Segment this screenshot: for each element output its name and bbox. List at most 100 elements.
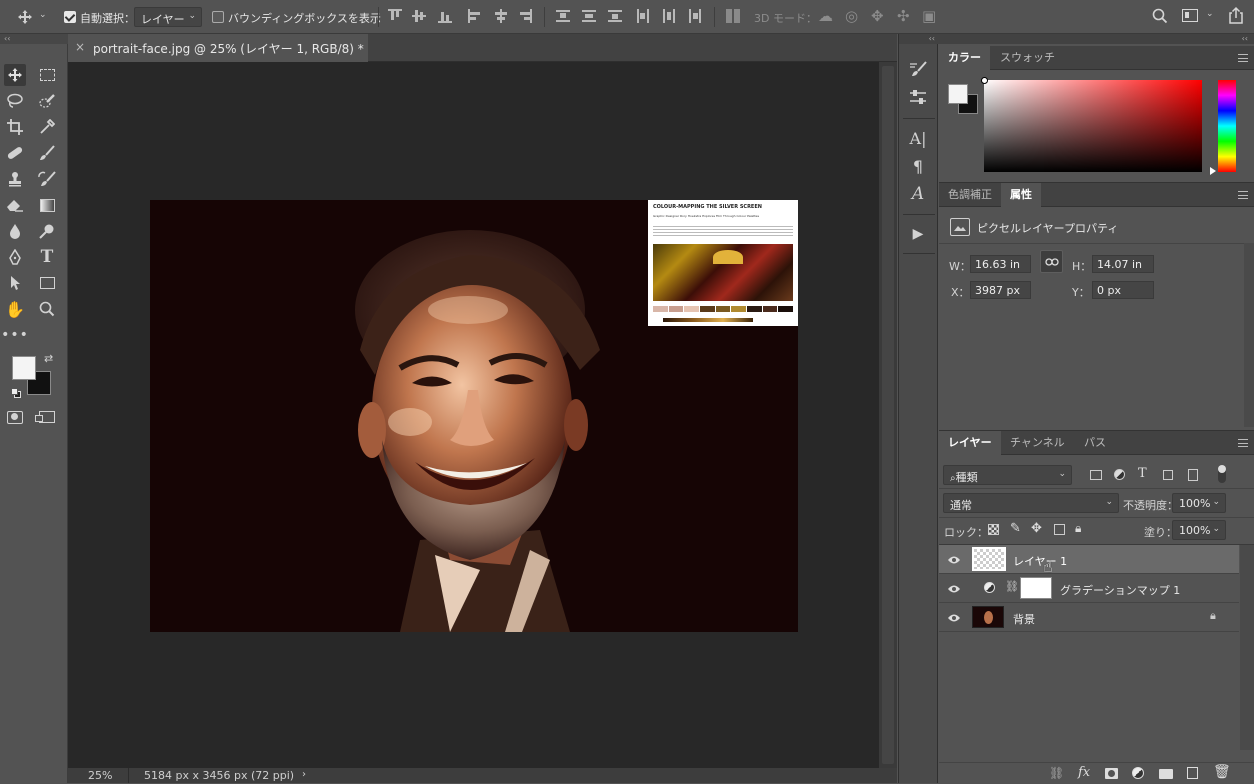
workspace-icon[interactable]	[1182, 9, 1198, 22]
tab-adjustments[interactable]: 色調補正	[939, 183, 1001, 207]
dock-collapse-icon[interactable]: ‹‹	[899, 34, 939, 44]
align-top-icon[interactable]	[388, 9, 402, 23]
search-icon[interactable]	[1152, 8, 1168, 24]
eraser-tool-icon[interactable]	[4, 194, 26, 216]
link-dimensions-icon[interactable]	[1040, 250, 1063, 273]
filter-type-icon[interactable]: T	[1138, 466, 1147, 481]
layer-style-fx-icon[interactable]: fx	[1078, 765, 1090, 780]
marquee-tool-icon[interactable]	[36, 64, 58, 86]
move-tool-icon[interactable]	[14, 8, 36, 26]
distribute-horizontal-center-icon[interactable]	[662, 9, 676, 23]
swap-colors-icon[interactable]: ⇄	[44, 352, 53, 365]
filter-adjustment-icon[interactable]	[1114, 469, 1125, 480]
align-horizontal-center-icon[interactable]	[494, 9, 508, 23]
layer-mask-thumbnail[interactable]	[1020, 577, 1052, 599]
tab-swatches[interactable]: スウォッチ	[991, 46, 1064, 70]
filter-smart-object-icon[interactable]	[1188, 469, 1198, 481]
x-position-field[interactable]: 3987 px	[970, 281, 1031, 299]
filter-toggle-icon[interactable]	[1218, 465, 1226, 483]
new-layer-icon[interactable]	[1187, 767, 1198, 779]
zoom-tool-icon[interactable]	[36, 298, 58, 320]
properties-scrollbar[interactable]	[1244, 243, 1254, 427]
auto-select-dropdown[interactable]: レイヤー ⌄	[134, 7, 202, 27]
lasso-tool-icon[interactable]	[4, 90, 26, 112]
tool-preset-chevron-icon[interactable]: ⌄	[39, 10, 47, 20]
document-tab[interactable]: × portrait-face.jpg @ 25% (レイヤー 1, RGB/8…	[68, 34, 368, 62]
align-vertical-center-icon[interactable]	[412, 9, 426, 23]
layer-filter-dropdown[interactable]: ⌕種類 ⌄	[943, 465, 1072, 485]
lock-all-icon[interactable]: 🔒︎	[1075, 521, 1081, 536]
blur-tool-icon[interactable]	[4, 220, 26, 242]
screen-mode-icon[interactable]	[35, 406, 58, 428]
type-tool-icon[interactable]: T	[36, 246, 58, 268]
visibility-eye-icon[interactable]	[948, 612, 960, 624]
align-right-icon[interactable]	[518, 9, 532, 23]
visibility-eye-icon[interactable]	[948, 554, 960, 566]
character-panel-icon[interactable]: A|	[907, 127, 929, 149]
layer-name[interactable]: 背景	[1013, 611, 1035, 627]
visibility-eye-icon[interactable]	[948, 583, 960, 595]
panel-menu-icon[interactable]	[1238, 54, 1248, 62]
tab-paths[interactable]: パス	[1075, 431, 1115, 455]
distribute-top-icon[interactable]	[556, 9, 570, 23]
hue-slider[interactable]	[1218, 80, 1236, 172]
y-position-field[interactable]: 0 px	[1092, 281, 1154, 299]
history-brush-tool-icon[interactable]	[36, 168, 58, 190]
vertical-scrollbar[interactable]	[879, 62, 897, 768]
adjustments-sliders-icon[interactable]	[907, 86, 929, 108]
gradient-tool-icon[interactable]	[36, 194, 58, 216]
dodge-tool-icon[interactable]	[36, 220, 58, 242]
panel-menu-icon[interactable]	[1238, 439, 1248, 447]
delete-layer-trash-icon[interactable]: 🗑︎	[1213, 764, 1231, 780]
add-mask-icon[interactable]	[1105, 768, 1118, 779]
zoom-level[interactable]: 25%	[88, 769, 112, 782]
rectangle-tool-icon[interactable]	[36, 272, 58, 294]
eyedropper-tool-icon[interactable]	[36, 116, 58, 138]
panel-collapse-icon[interactable]: ‹‹	[0, 34, 68, 44]
crop-tool-icon[interactable]	[4, 116, 26, 138]
paragraph-panel-icon[interactable]: ¶	[907, 155, 929, 177]
status-menu-icon[interactable]: ›	[302, 769, 306, 780]
quick-mask-icon[interactable]	[4, 406, 26, 428]
layer-row-layer1[interactable]: レイヤー 1	[939, 545, 1239, 574]
tab-properties[interactable]: 属性	[1001, 183, 1041, 207]
color-field[interactable]	[981, 77, 1202, 172]
align-bottom-icon[interactable]	[438, 9, 452, 23]
clone-stamp-tool-icon[interactable]	[4, 168, 26, 190]
actions-play-icon[interactable]: ▶	[907, 223, 929, 245]
filter-pixel-icon[interactable]	[1090, 470, 1102, 480]
tab-channels[interactable]: チャンネル	[1001, 431, 1074, 455]
default-colors-icon[interactable]	[11, 388, 21, 398]
width-field[interactable]: 16.63 in	[970, 255, 1031, 273]
height-field[interactable]: 14.07 in	[1092, 255, 1154, 273]
scrollbar-thumb[interactable]	[882, 66, 894, 764]
auto-align-icon[interactable]	[726, 9, 740, 23]
new-group-folder-icon[interactable]	[1159, 769, 1173, 779]
pasted-article-layer[interactable]: COLOUR-MAPPING THE SILVER SCREEN Graphic…	[648, 200, 798, 326]
lock-image-pixels-icon[interactable]: ✎	[1010, 521, 1021, 536]
more-tools-icon[interactable]: •••	[1, 324, 28, 346]
opacity-field[interactable]: 100% ⌄	[1172, 493, 1226, 513]
path-selection-tool-icon[interactable]	[4, 272, 26, 294]
layer-row-gradient-map[interactable]: ⛓ グラデーションマップ 1	[939, 574, 1239, 603]
hue-slider-handle[interactable]	[1210, 167, 1216, 175]
link-layers-icon[interactable]: ⛓	[1049, 766, 1064, 780]
bounding-box-checkbox[interactable]	[212, 11, 224, 23]
distribute-left-icon[interactable]	[636, 9, 650, 23]
move-tool-icon[interactable]	[4, 64, 26, 86]
layer-lock-icon[interactable]: 🔒︎	[1210, 609, 1216, 623]
healing-brush-tool-icon[interactable]	[4, 142, 26, 164]
fill-field[interactable]: 100% ⌄	[1172, 520, 1226, 540]
filter-shape-icon[interactable]	[1163, 470, 1173, 480]
panels-collapse-bar[interactable]: ‹‹	[939, 34, 1254, 44]
auto-select-checkbox[interactable]	[64, 11, 76, 23]
layer-row-background[interactable]: 背景 🔒︎	[939, 603, 1239, 632]
distribute-vertical-center-icon[interactable]	[582, 9, 596, 23]
new-adjustment-layer-icon[interactable]	[1132, 767, 1144, 779]
foreground-color-swatch[interactable]	[12, 356, 36, 380]
panel-foreground-swatch[interactable]	[948, 84, 968, 104]
lock-transparent-pixels-icon[interactable]	[988, 524, 999, 535]
document-canvas[interactable]: COLOUR-MAPPING THE SILVER SCREEN Graphic…	[150, 200, 798, 632]
workspace-chevron-icon[interactable]: ⌄	[1206, 9, 1214, 19]
tab-layers[interactable]: レイヤー	[939, 431, 1001, 455]
